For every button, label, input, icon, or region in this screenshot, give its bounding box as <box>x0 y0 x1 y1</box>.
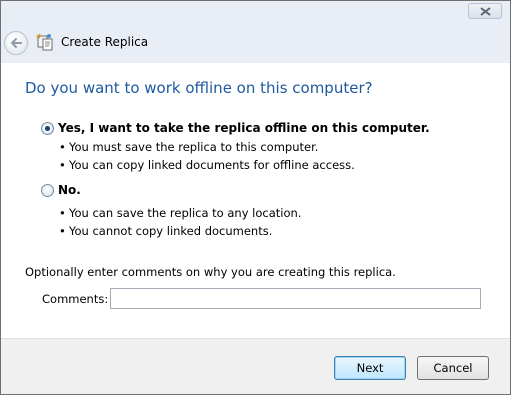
radio-yes[interactable] <box>41 122 54 135</box>
list-item: You can copy linked documents for offlin… <box>59 156 355 174</box>
comments-field[interactable] <box>110 288 481 309</box>
cancel-button[interactable]: Cancel <box>417 356 489 380</box>
dialog-title: Create Replica <box>61 35 149 49</box>
button-bar: Next Cancel <box>1 338 510 394</box>
page-heading: Do you want to work offline on this comp… <box>25 79 373 97</box>
radio-no[interactable] <box>41 184 54 197</box>
back-button[interactable] <box>4 31 28 55</box>
navigation-bar: Create Replica <box>1 25 510 63</box>
next-button[interactable]: Next <box>334 356 406 380</box>
close-icon <box>480 7 491 16</box>
option-no-label[interactable]: No. <box>58 183 81 197</box>
list-item: You can save the replica to any location… <box>59 204 301 222</box>
title-bar <box>1 1 510 25</box>
comments-prompt: Optionally enter comments on why you are… <box>25 265 396 279</box>
list-item: You cannot copy linked documents. <box>59 222 301 240</box>
list-item: You must save the replica to this comput… <box>59 138 355 156</box>
option-yes-details: You must save the replica to this comput… <box>59 138 355 174</box>
option-no-details: You can save the replica to any location… <box>59 204 301 240</box>
create-replica-dialog: Create Replica Do you want to work offli… <box>0 0 511 395</box>
back-arrow-icon <box>11 38 22 48</box>
option-yes-label[interactable]: Yes, I want to take the replica offline … <box>58 121 430 135</box>
close-button[interactable] <box>468 3 502 19</box>
comments-label: Comments: <box>42 292 109 306</box>
content-area: Do you want to work offline on this comp… <box>1 63 510 338</box>
replica-icon <box>36 33 53 51</box>
